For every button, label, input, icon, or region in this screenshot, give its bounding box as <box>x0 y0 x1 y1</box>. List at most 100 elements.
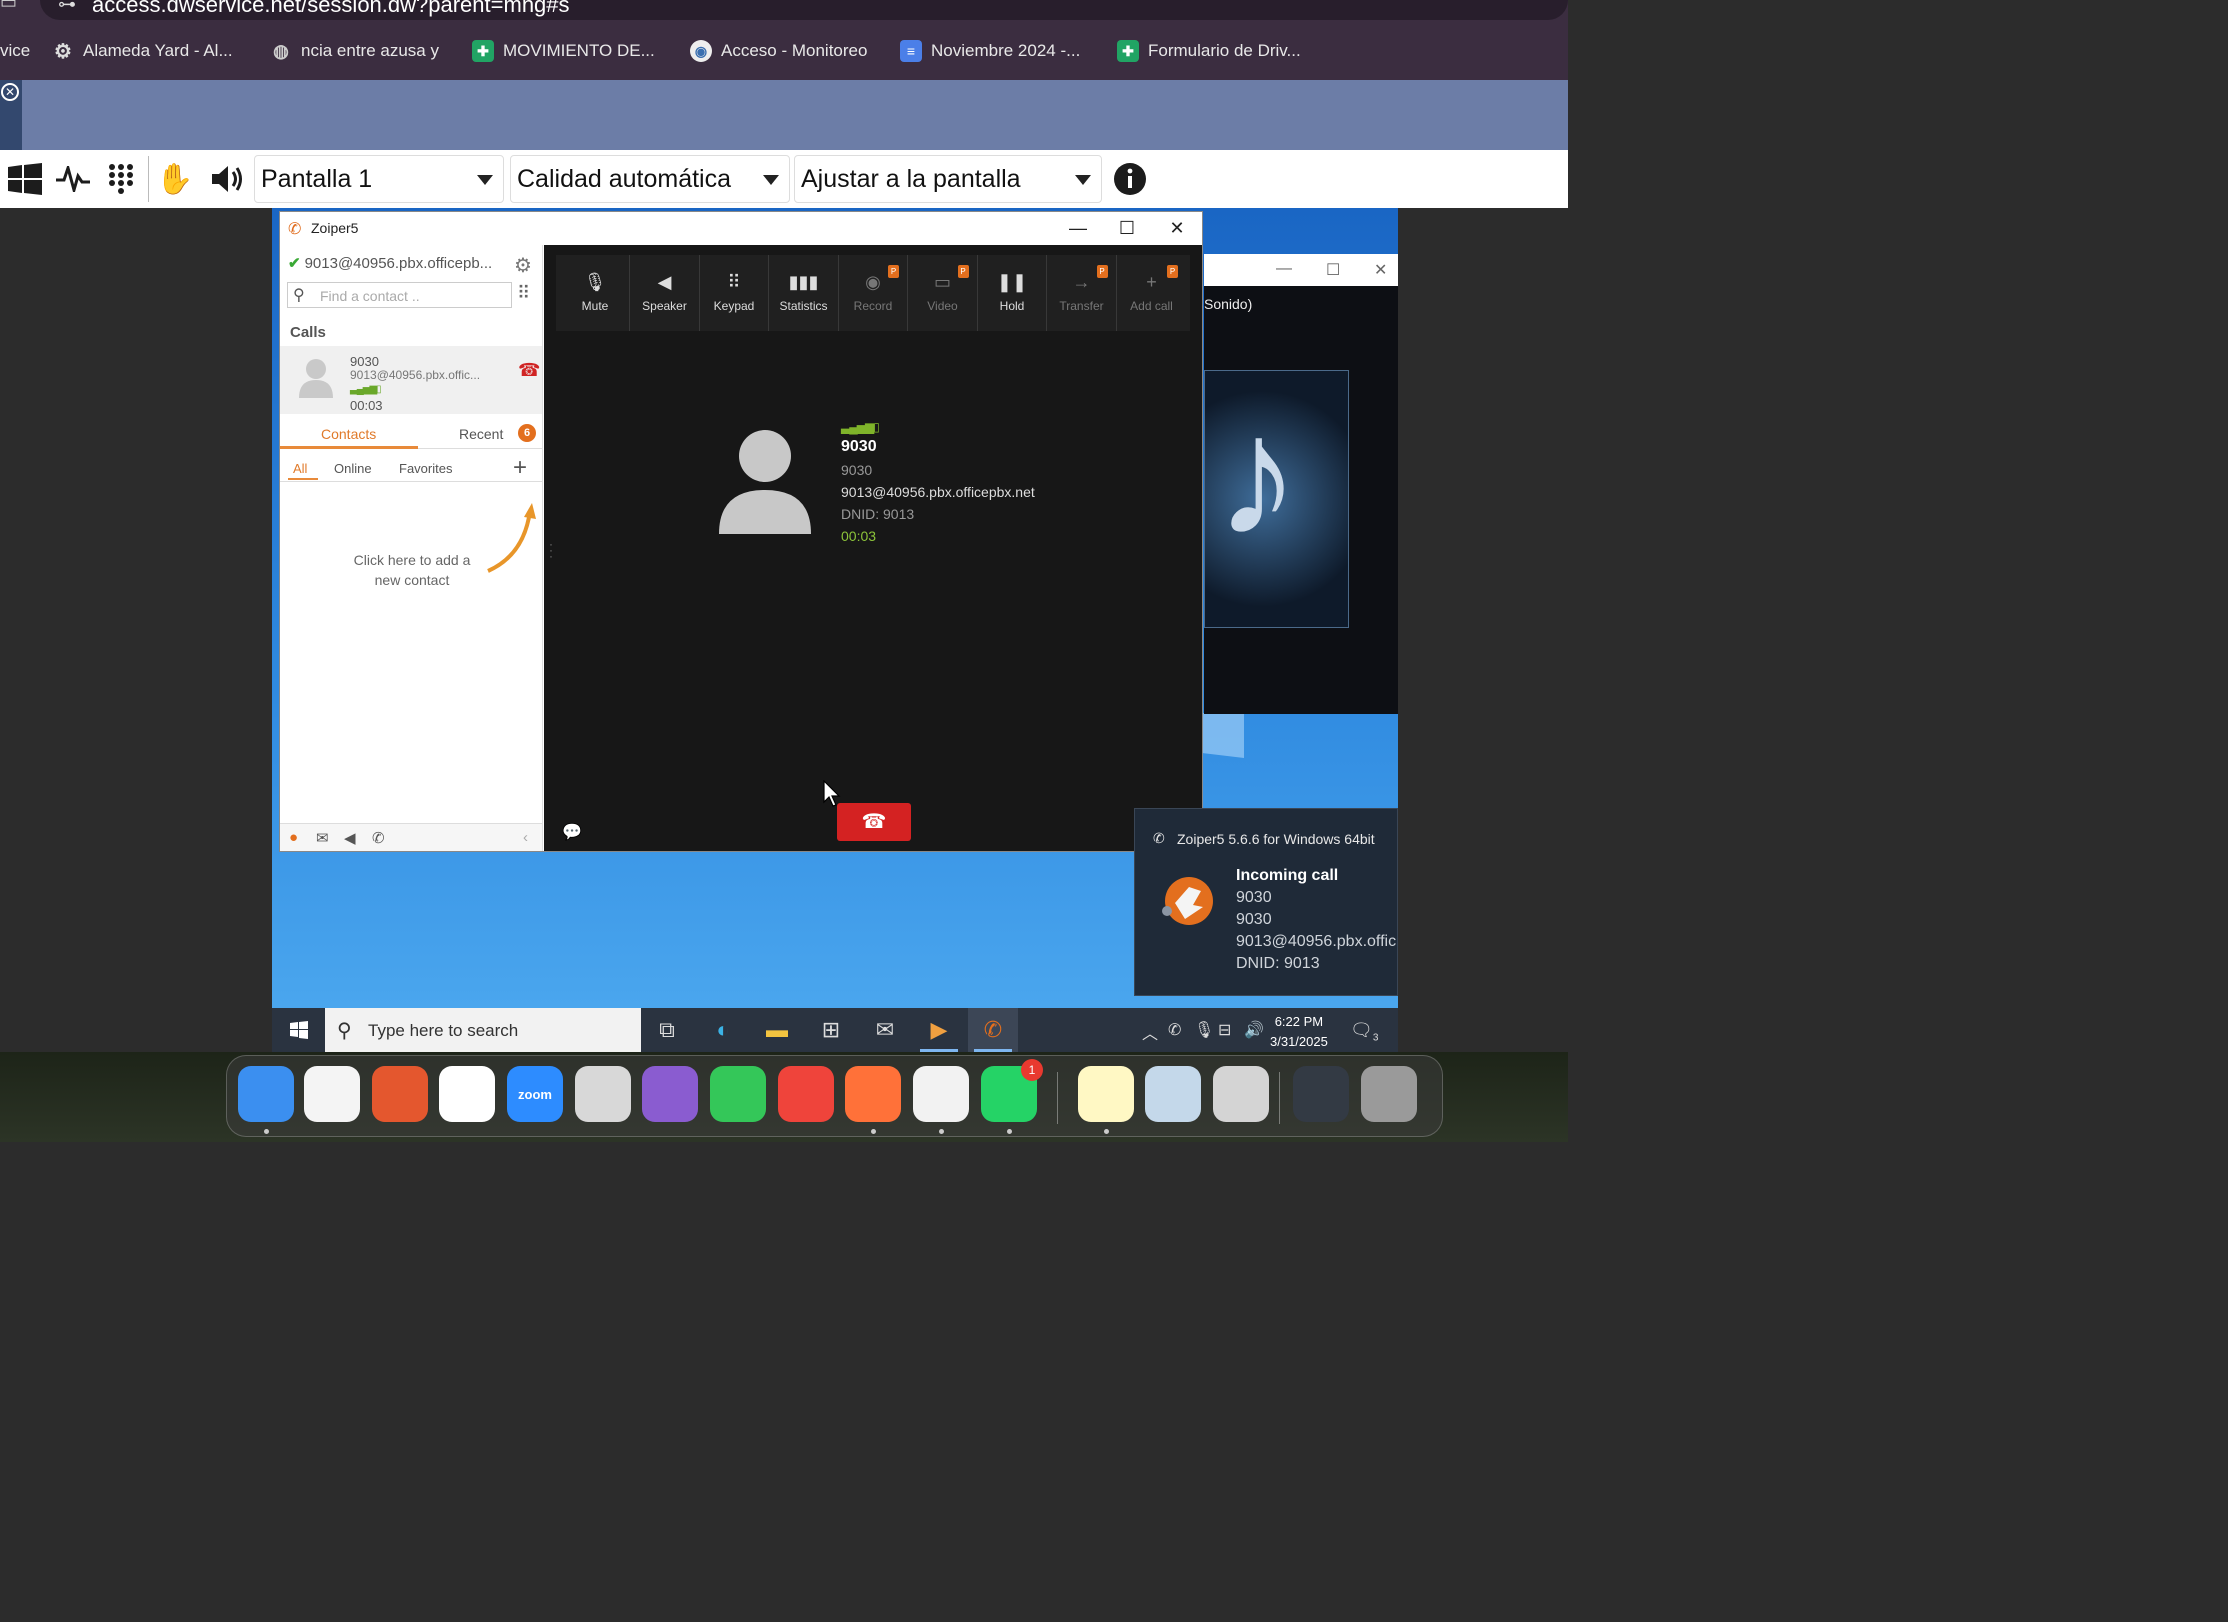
activity-icon[interactable] <box>54 160 92 198</box>
messages-icon[interactable] <box>710 1066 766 1122</box>
bookmark-item[interactable]: ◍ ncia entre azusa y <box>270 39 439 63</box>
speaker-button[interactable]: ◀ Speaker <box>631 255 700 331</box>
maximize-icon[interactable]: ☐ <box>1114 216 1140 242</box>
speaker-icon[interactable]: ◀ <box>344 829 356 847</box>
transfer-button[interactable]: → Transfer P <box>1048 255 1117 331</box>
bookmark-item[interactable]: ⚙ Alameda Yard - Al... <box>52 39 233 63</box>
site-info-icon[interactable]: ⊶ <box>58 0 76 15</box>
sidebar-toggle-icon[interactable]: ▭ <box>0 0 17 13</box>
bookmark-item[interactable]: ✚ Formulario de Driv... <box>1117 39 1301 63</box>
url-text[interactable]: access.dwservice.net/session.dw?parent=m… <box>92 0 570 18</box>
filter-favorites[interactable]: Favorites <box>399 461 452 476</box>
notification-center-icon[interactable]: 🗨3 <box>1350 1020 1378 1044</box>
hangup-button[interactable]: ☎ <box>837 803 911 841</box>
record-button[interactable]: ◉ Record P <box>839 255 908 331</box>
running-indicator <box>1104 1129 1109 1134</box>
microphone-icon[interactable]: 🎙 <box>1194 1020 1214 1040</box>
volume-icon[interactable]: 🔊 <box>1244 1020 1264 1040</box>
docs-icon: ≡ <box>900 40 922 62</box>
mute-button[interactable]: 🎙 Mute <box>561 255 630 331</box>
chrome-icon[interactable] <box>913 1066 969 1134</box>
chevron-up-icon[interactable]: ︿ <box>1142 1020 1158 1044</box>
add-contact-hint[interactable]: Click here to add a new contact <box>340 550 484 590</box>
filter-all[interactable]: All <box>293 461 307 476</box>
edge-icon[interactable]: ◐ <box>698 1008 748 1052</box>
keypad-button[interactable]: ⠿ Keypad <box>700 255 769 331</box>
video-button[interactable]: ▭ Video P <box>909 255 978 331</box>
bookmark-item[interactable]: vice <box>0 39 30 63</box>
tab-contacts[interactable]: Contacts <box>321 426 376 442</box>
v-app-icon[interactable] <box>439 1066 495 1122</box>
launchpad-icon[interactable] <box>575 1066 631 1122</box>
bookmark-item[interactable]: ≡ Noviembre 2024 -... <box>900 39 1080 63</box>
info-icon[interactable] <box>1111 160 1149 198</box>
windows-key-icon[interactable] <box>6 160 44 198</box>
clock-date: 3/31/2025 <box>1270 1034 1328 1049</box>
add-contact-icon[interactable]: + <box>513 454 527 482</box>
toolbar-button-label: Keypad <box>713 299 755 313</box>
statistics-button[interactable]: ▮▮▮ Statistics <box>770 255 839 331</box>
incoming-call-notification[interactable]: ✆ Zoiper5 5.6.6 for Windows 64bit Incomi… <box>1134 808 1398 996</box>
windows-start-icon[interactable] <box>290 1021 308 1039</box>
collapse-icon[interactable]: ‹ <box>523 829 528 846</box>
media-player-icon[interactable]: ▶ <box>914 1008 964 1052</box>
close-icon[interactable]: ✕ <box>1374 260 1387 280</box>
whatsapp-icon[interactable]: 1 <box>981 1059 1043 1134</box>
bookmark-item[interactable]: ✚ MOVIMIENTO DE... <box>472 39 655 63</box>
calculator-icon[interactable] <box>1213 1066 1269 1122</box>
dock-separator <box>1057 1072 1058 1124</box>
bookmark-item[interactable]: ◉ Acceso - Monitoreo <box>690 39 867 63</box>
volume-icon[interactable] <box>208 160 246 198</box>
minimize-icon[interactable]: — <box>1065 216 1091 242</box>
zoiper-tray-icon[interactable]: ✆ <box>1168 1020 1181 1040</box>
hold-button[interactable]: ❚❚ Hold <box>978 255 1047 331</box>
add-call-button[interactable]: + Add call P <box>1117 255 1186 331</box>
network-icon[interactable]: ⊟ <box>1218 1020 1231 1040</box>
resize-grip-icon[interactable]: · · · <box>549 538 553 562</box>
firefox-icon[interactable] <box>845 1066 901 1134</box>
dialpad-icon[interactable]: ⠿ <box>517 283 530 304</box>
zoom-icon[interactable]: zoom <box>507 1066 563 1122</box>
finder-icon[interactable] <box>238 1066 294 1134</box>
task-view-icon[interactable]: ⧉ <box>642 1008 692 1052</box>
hangup-icon[interactable]: ☎ <box>518 360 540 381</box>
anydesk-icon[interactable] <box>778 1066 834 1122</box>
file-explorer-icon[interactable]: ▬ <box>752 1008 802 1052</box>
maximize-icon[interactable]: ☐ <box>1326 260 1340 280</box>
call-history-icon[interactable]: ✆ <box>372 829 385 847</box>
running-indicator <box>939 1129 944 1134</box>
podcast-icon[interactable] <box>642 1066 698 1122</box>
message-icon[interactable]: ✉ <box>316 829 329 847</box>
zoiper-taskbar-icon[interactable]: ✆ <box>968 1008 1018 1052</box>
call-list-item[interactable]: 9030 9013@40956.pbx.offic... ▃▄▅▆▯ 00:03… <box>280 346 542 414</box>
notes-icon[interactable] <box>1078 1066 1134 1134</box>
tab-recent[interactable]: Recent <box>459 426 503 442</box>
close-session-icon[interactable]: ✕ <box>1 83 19 101</box>
store-icon[interactable]: ⊞ <box>806 1008 856 1052</box>
trash-icon[interactable] <box>1361 1066 1417 1122</box>
filter-online[interactable]: Online <box>334 461 372 476</box>
mail-icon[interactable]: ✉ <box>860 1008 910 1052</box>
contact-search-input[interactable]: ⚲ Find a contact .. <box>287 282 512 308</box>
call-number: 9030 <box>350 354 379 369</box>
taskbar-search-input[interactable]: ⚲ Type here to search <box>325 1008 641 1052</box>
window-thumb-icon[interactable] <box>1293 1066 1349 1122</box>
minimize-icon[interactable]: — <box>1276 260 1292 278</box>
quality-select[interactable]: Calidad automática <box>510 155 790 203</box>
gear-icon[interactable]: ⚙ <box>514 253 532 278</box>
close-icon[interactable]: ✕ <box>1164 216 1190 242</box>
fit-select[interactable]: Ajustar a la pantalla <box>794 155 1102 203</box>
preview-icon[interactable] <box>1145 1066 1201 1122</box>
account-status[interactable]: ✔ 9013@40956.pbx.officepb... <box>288 254 492 272</box>
system-clock[interactable]: 6:22 PM 3/31/2025 <box>1270 1012 1328 1052</box>
rustdesk-icon[interactable] <box>372 1066 428 1122</box>
background-media-window[interactable]: — ☐ ✕ Sonido) ♪ <box>1204 254 1398 714</box>
keyboard-grid-icon[interactable] <box>102 160 140 198</box>
screen-select[interactable]: Pantalla 1 <box>254 155 504 203</box>
zoiper-sidebar: ✔ 9013@40956.pbx.officepb... ⚙ ⚲ Find a c… <box>280 245 543 851</box>
chat-icon[interactable]: 💬 <box>562 822 582 842</box>
phone-icon[interactable]: ● <box>289 829 298 846</box>
photos-icon[interactable] <box>304 1066 360 1122</box>
clock-time: 6:22 PM <box>1274 1014 1324 1029</box>
hand-icon[interactable]: ✋ <box>156 160 194 198</box>
